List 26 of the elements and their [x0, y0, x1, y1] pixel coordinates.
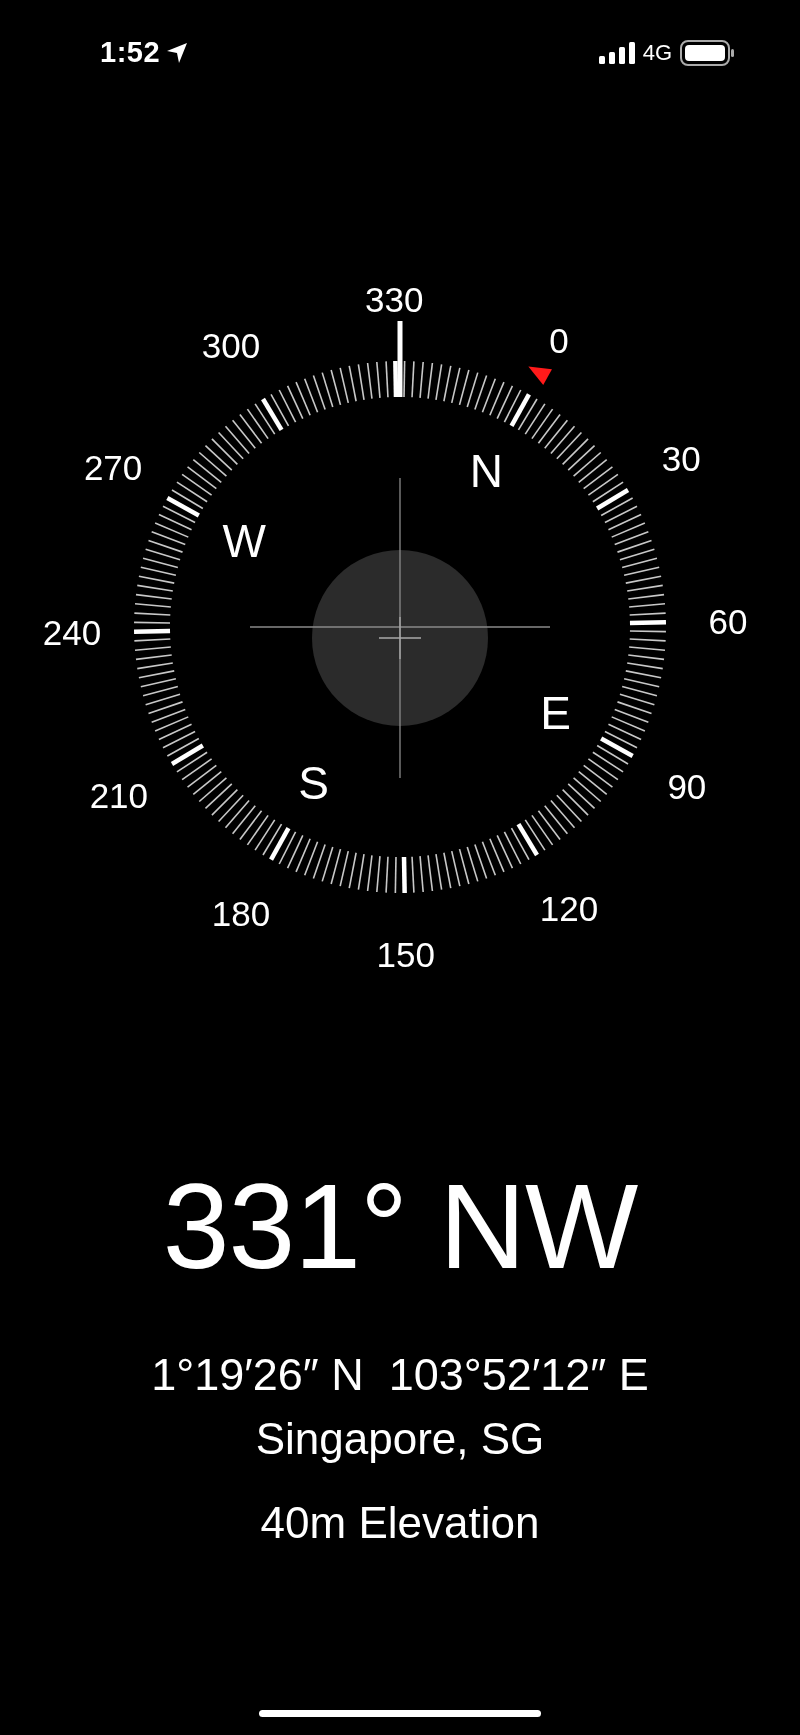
- signal-icon: [598, 42, 635, 64]
- degree-label: 210: [89, 776, 149, 816]
- degree-label: 240: [42, 613, 102, 653]
- coordinates-text: 1°19′26″ N 103°52′12″ E: [151, 1352, 649, 1397]
- cardinal-label: S: [298, 756, 330, 809]
- degree-label: 180: [211, 894, 271, 934]
- degree-label: 30: [661, 438, 701, 478]
- cardinal-label: N: [469, 445, 503, 498]
- degree-label: 90: [667, 766, 707, 806]
- cardinal-label: W: [222, 514, 267, 567]
- cardinal-label: E: [540, 687, 572, 740]
- degree-label: 150: [376, 935, 435, 975]
- status-time: 1:52: [100, 36, 161, 69]
- north-marker-icon: [528, 366, 552, 386]
- heading-reading: 331° NW: [162, 1166, 638, 1286]
- location-arrow-icon: [166, 41, 189, 64]
- network-label: 4G: [642, 40, 672, 66]
- elevation-text: 40m Elevation: [260, 1501, 540, 1545]
- degree-label: 300: [201, 326, 261, 366]
- degree-label: 60: [708, 601, 748, 641]
- degree-label: 270: [83, 448, 143, 488]
- battery-icon: [680, 40, 736, 66]
- degree-label: 0: [549, 320, 569, 360]
- degree-label: 120: [539, 888, 599, 928]
- location-text: Singapore, SG: [255, 1417, 545, 1461]
- degree-label: 330: [365, 279, 424, 319]
